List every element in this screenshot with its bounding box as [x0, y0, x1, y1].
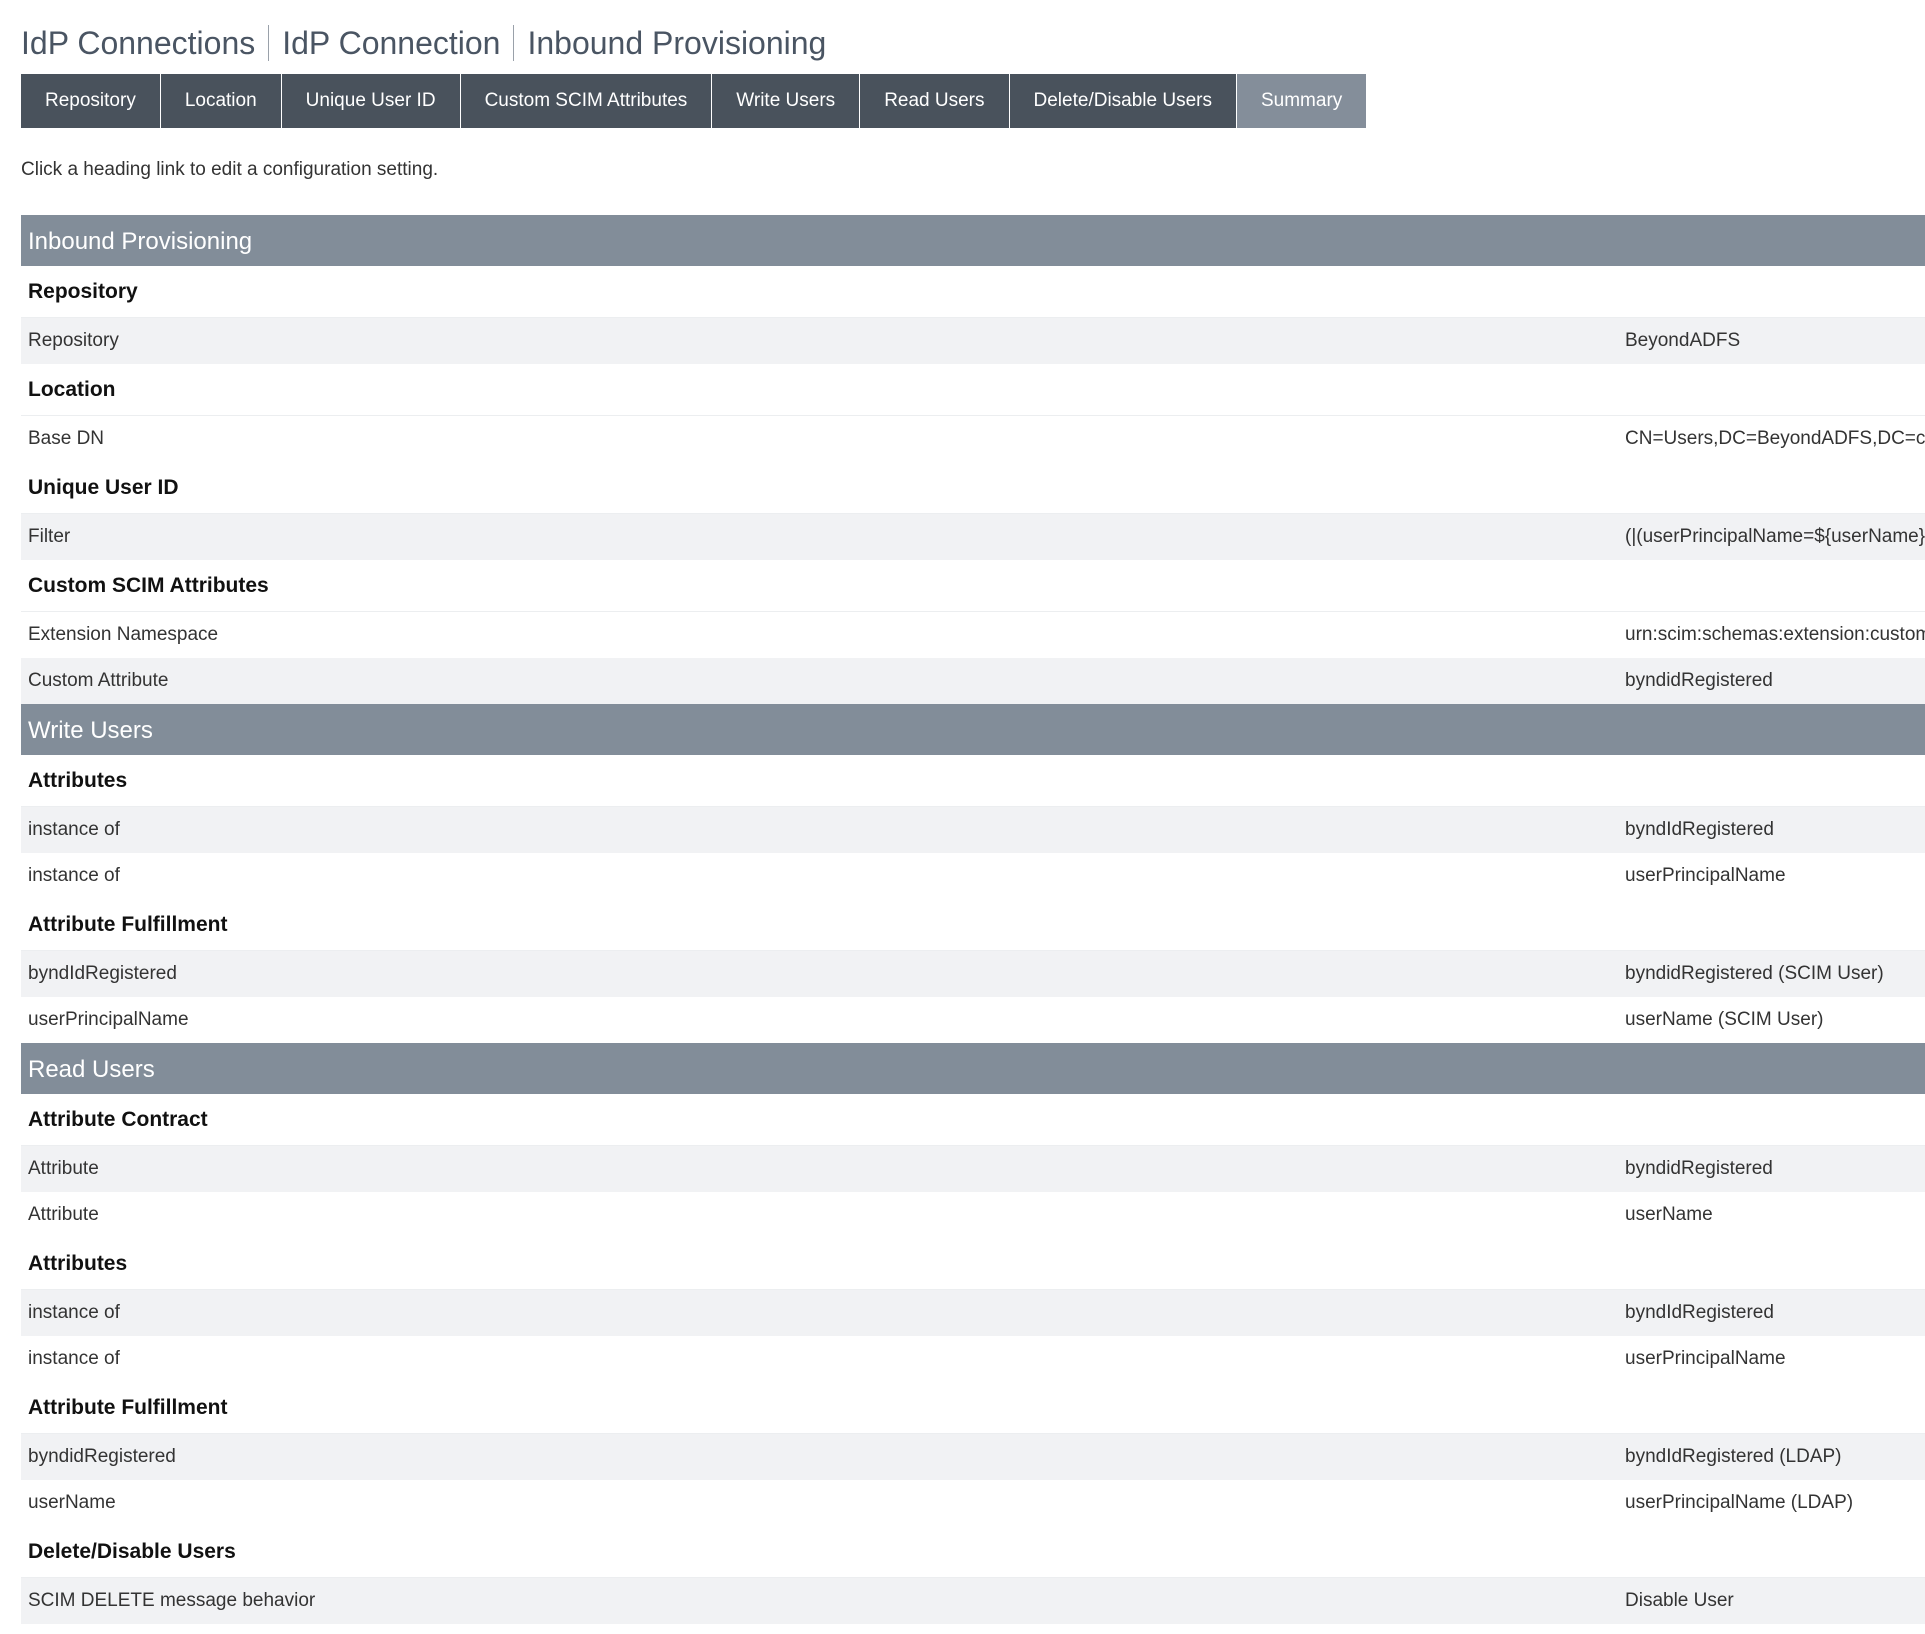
row-label: byndIdRegistered	[28, 963, 177, 984]
table-row: Attribute userName	[21, 1192, 1925, 1238]
row-label: SCIM DELETE message behavior	[28, 1590, 316, 1611]
table-row: instance of userPrincipalName	[21, 853, 1925, 899]
row-value: Disable User	[1625, 1590, 1734, 1611]
table-row: Repository BeyondADFS	[21, 318, 1925, 364]
row-value: byndIdRegistered	[1625, 819, 1774, 840]
tab-repository[interactable]: Repository	[21, 74, 161, 128]
row-value: byndIdRegistered (LDAP)	[1625, 1446, 1842, 1467]
row-label: Custom Attribute	[28, 670, 169, 691]
tab-read-users[interactable]: Read Users	[860, 74, 1010, 128]
row-value: userName (SCIM User)	[1625, 1009, 1824, 1030]
table-row: instance of byndIdRegistered	[21, 807, 1925, 853]
breadcrumb: IdP Connections IdP Connection Inbound P…	[21, 22, 839, 64]
table-row: userPrincipalName userName (SCIM User)	[21, 997, 1925, 1043]
row-value: userPrincipalName (LDAP)	[1625, 1492, 1854, 1513]
breadcrumb-idp-connections[interactable]: IdP Connections	[21, 25, 268, 61]
row-value: userPrincipalName	[1625, 1348, 1786, 1369]
row-label: Base DN	[28, 428, 105, 449]
table-row: Extension Namespace urn:scim:schemas:exte…	[21, 612, 1925, 658]
row-value: byndIdRegistered	[1625, 1302, 1774, 1323]
subsection-heading-attributes[interactable]: Attributes	[21, 755, 1925, 807]
row-label: instance of	[28, 865, 120, 886]
table-row: Filter (|(userPrincipalName=${userName})(	[21, 514, 1925, 560]
table-row: byndidRegistered byndIdRegistered (LDAP)	[21, 1434, 1925, 1480]
row-label: Filter	[28, 526, 71, 547]
tab-custom-scim-attributes[interactable]: Custom SCIM Attributes	[460, 74, 713, 128]
subsection-heading-attribute-contract[interactable]: Attribute Contract	[21, 1094, 1925, 1146]
row-label: Repository	[28, 330, 119, 351]
row-label: Attribute	[28, 1158, 99, 1179]
row-label: Extension Namespace	[28, 624, 219, 645]
table-row: Base DN CN=Users,DC=BeyondADFS,DC=co	[21, 416, 1925, 462]
row-value: CN=Users,DC=BeyondADFS,DC=co	[1625, 428, 1925, 449]
table-row: byndIdRegistered byndidRegistered (SCIM U…	[21, 951, 1925, 997]
page: IdP Connections IdP Connection Inbound P…	[0, 0, 1925, 1634]
tab-unique-user-id[interactable]: Unique User ID	[281, 74, 461, 128]
row-value: urn:scim:schemas:extension:custom	[1625, 624, 1925, 645]
row-value: userName	[1625, 1204, 1713, 1225]
table-row: Attribute byndidRegistered	[21, 1146, 1925, 1192]
tab-write-users[interactable]: Write Users	[712, 74, 861, 128]
subsection-heading-attribute-fulfillment[interactable]: Attribute Fulfillment	[21, 899, 1925, 951]
row-label: instance of	[28, 819, 120, 840]
summary-table: Inbound Provisioning Repository Repository…	[21, 215, 1925, 1624]
intro-text: Click a heading link to edit a configura…	[21, 159, 439, 180]
subsection-heading-attribute-fulfillment[interactable]: Attribute Fulfillment	[21, 1382, 1925, 1434]
table-row: instance of byndIdRegistered	[21, 1290, 1925, 1336]
breadcrumb-idp-connection[interactable]: IdP Connection	[268, 25, 513, 61]
subsection-heading-custom-scim-attributes[interactable]: Custom SCIM Attributes	[21, 560, 1925, 612]
row-label: byndidRegistered	[28, 1446, 176, 1467]
tab-summary[interactable]: Summary	[1236, 74, 1367, 128]
row-value: userPrincipalName	[1625, 865, 1786, 886]
table-row: instance of userPrincipalName	[21, 1336, 1925, 1382]
subsection-heading-repository[interactable]: Repository	[21, 266, 1925, 318]
section-header-read-users[interactable]: Read Users	[21, 1043, 1925, 1094]
breadcrumb-inbound-provisioning: Inbound Provisioning	[513, 25, 839, 61]
row-value: BeyondADFS	[1625, 330, 1741, 351]
tab-delete-disable-users[interactable]: Delete/Disable Users	[1009, 74, 1237, 128]
row-value: byndidRegistered	[1625, 670, 1773, 691]
row-label: instance of	[28, 1348, 120, 1369]
tab-location[interactable]: Location	[160, 74, 282, 128]
row-value: byndidRegistered	[1625, 1158, 1773, 1179]
section-header-write-users[interactable]: Write Users	[21, 704, 1925, 755]
subsection-heading-attributes[interactable]: Attributes	[21, 1238, 1925, 1290]
table-row: Custom Attribute byndidRegistered	[21, 658, 1925, 704]
row-label: userPrincipalName	[28, 1009, 189, 1030]
table-row: userName userPrincipalName (LDAP)	[21, 1480, 1925, 1526]
wizard-tabs: Repository Location Unique User ID Custo…	[21, 74, 1367, 128]
row-value: (|(userPrincipalName=${userName})(	[1625, 526, 1925, 547]
subsection-heading-delete-disable-users[interactable]: Delete/Disable Users	[21, 1526, 1925, 1578]
row-label: Attribute	[28, 1204, 99, 1225]
subsection-heading-unique-user-id[interactable]: Unique User ID	[21, 462, 1925, 514]
subsection-heading-location[interactable]: Location	[21, 364, 1925, 416]
row-value: byndidRegistered (SCIM User)	[1625, 963, 1884, 984]
table-row: SCIM DELETE message behavior Disable User	[21, 1578, 1925, 1624]
row-label: userName	[28, 1492, 116, 1513]
row-label: instance of	[28, 1302, 120, 1323]
section-header-inbound-provisioning[interactable]: Inbound Provisioning	[21, 215, 1925, 266]
